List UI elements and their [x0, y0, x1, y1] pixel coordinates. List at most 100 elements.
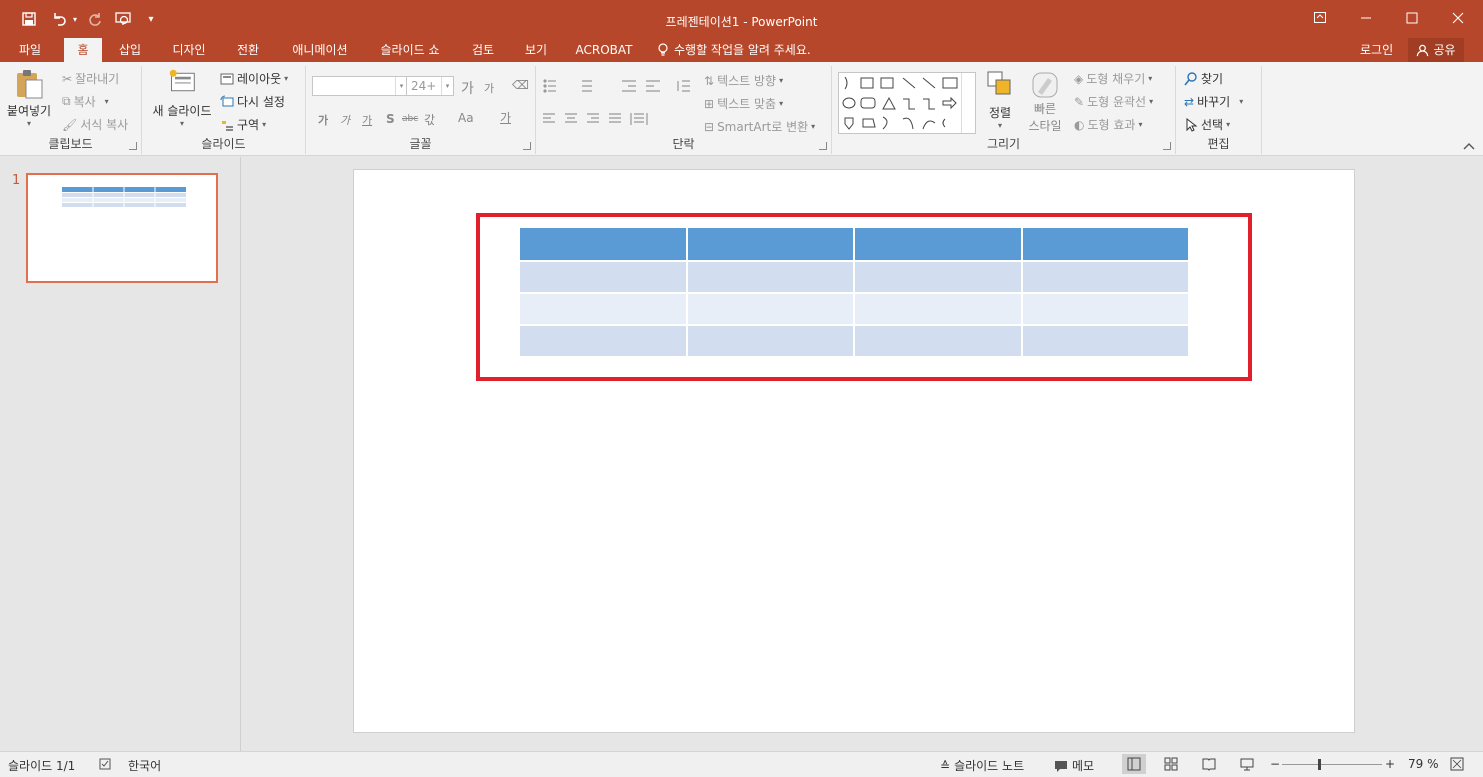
format-painter-button[interactable]: 🖌 서식 복사 [62, 116, 128, 133]
align-text-button[interactable]: ⊞ 텍스트 맞춤 ▾ [704, 95, 783, 112]
font-size-dropdown-icon[interactable]: ▾ [441, 77, 453, 95]
zoom-slider-track[interactable] [1282, 764, 1382, 765]
paragraph-launcher-icon[interactable] [819, 142, 827, 150]
layout-button[interactable]: 레이아웃 ▾ [220, 70, 288, 87]
tab-file[interactable]: 파일 [8, 38, 52, 62]
zoom-out-button[interactable]: − [1270, 757, 1280, 771]
zoom-slider-thumb[interactable] [1318, 759, 1321, 770]
quick-styles-button[interactable]: 빠른 스타일 [1020, 70, 1070, 134]
zoom-in-button[interactable]: + [1385, 757, 1395, 771]
drawing-group-label: 그리기 [986, 137, 1021, 151]
slides-group-label: 슬라이드 [201, 137, 246, 151]
comments-button[interactable]: 메모 [1054, 757, 1094, 774]
tab-review[interactable]: 검토 [464, 38, 502, 62]
tab-transitions[interactable]: 전환 [228, 38, 268, 62]
cut-label: 잘라내기 [75, 72, 120, 86]
tab-animations[interactable]: 애니메이션 [282, 38, 358, 62]
smartart-button[interactable]: ⊟ SmartArt로 변환 ▾ [704, 118, 815, 135]
spell-check-icon[interactable] [98, 757, 112, 771]
ribbon-display-options-icon[interactable] [1297, 0, 1343, 36]
login-link[interactable]: 로그인 [1360, 38, 1393, 62]
shape-outline-dropdown-icon: ▾ [1149, 97, 1154, 106]
close-icon[interactable] [1435, 0, 1481, 36]
title-bar: ▾ ▾ 프레젠테이션1 - PowerPoint [0, 0, 1483, 38]
shape-effects-icon: ◐ [1074, 117, 1085, 132]
shapes-gallery[interactable] [838, 72, 976, 134]
drawing-launcher-icon[interactable] [1163, 142, 1171, 150]
text-direction-button[interactable]: ⇅ 텍스트 방향 ▾ [704, 72, 783, 89]
minimize-icon[interactable] [1343, 0, 1389, 36]
tab-design[interactable]: 디자인 [164, 38, 214, 62]
notes-button[interactable]: ≙ 슬라이드 노트 [940, 757, 1024, 774]
drawing-group: 정렬 ▾ 빠른 스타일 ◈ 도형 채우기 ▾ ✎ 도형 윤곽선 ▾ ◐ 도형 효과 ▾ 그리… [832, 66, 1176, 154]
replace-button[interactable]: ⇄ 바꾸기 ▾ [1184, 93, 1243, 110]
smartart-dropdown-icon: ▾ [811, 122, 816, 131]
font-group: ▾ 24+ ▾ 가 가 ⌫ 가 가 가 S abc 갃 Aa 가 글꼴 [306, 66, 536, 154]
gallery-scroll-icon[interactable] [961, 73, 975, 133]
tab-slideshow[interactable]: 슬라이드 쇼 [372, 38, 448, 62]
select-label: 선택 [1201, 118, 1224, 132]
underline-button[interactable]: 가 [362, 112, 372, 128]
layout-dropdown-icon: ▾ [284, 74, 289, 83]
new-slide-dropdown-icon[interactable]: ▾ [146, 119, 218, 128]
slideshow-view-icon[interactable] [1240, 757, 1254, 771]
ribbon-tabs: 파일 홈 삽입 디자인 전환 애니메이션 슬라이드 쇼 검토 보기 ACROBA… [0, 38, 1483, 62]
maximize-icon[interactable] [1389, 0, 1435, 36]
tab-acrobat[interactable]: ACROBAT [570, 38, 638, 62]
clipboard-launcher-icon[interactable] [129, 142, 137, 150]
slide-thumbnail[interactable] [26, 173, 218, 283]
grow-font-button[interactable]: 가 [461, 78, 474, 98]
paste-dropdown-icon[interactable]: ▾ [4, 119, 54, 128]
strikethrough-button[interactable]: abc [402, 114, 418, 124]
copy-button[interactable]: ⧉ 복사 ▾ [62, 93, 109, 110]
slide-canvas[interactable] [353, 169, 1355, 733]
arrange-dropdown-icon[interactable]: ▾ [978, 121, 1022, 130]
alignment-buttons-icon[interactable] [542, 112, 672, 126]
bold-button[interactable]: 가 [318, 112, 328, 128]
share-button[interactable]: 공유 [1408, 38, 1464, 62]
paragraph-group-label: 단락 [672, 137, 695, 151]
tab-home[interactable]: 홈 [64, 38, 102, 62]
new-slide-button[interactable]: 새 슬라이드 ▾ [146, 68, 218, 128]
arrange-label: 정렬 [988, 106, 1012, 120]
clear-format-icon[interactable]: ⌫ [512, 78, 529, 92]
select-button[interactable]: 선택 ▾ [1184, 116, 1230, 133]
font-launcher-icon[interactable] [523, 142, 531, 150]
font-name-combo[interactable]: ▾ [312, 76, 408, 96]
paste-button[interactable]: 붙여넣기 ▾ [4, 68, 54, 128]
zoom-level[interactable]: 79 % [1408, 757, 1439, 771]
tell-me-box[interactable]: 수행할 작업을 알려 주세요. [656, 38, 811, 62]
language-indicator[interactable]: 한국어 [128, 757, 161, 774]
shrink-font-button[interactable]: 가 [484, 80, 494, 96]
normal-view-icon[interactable] [1122, 754, 1146, 774]
shape-fill-button[interactable]: ◈ 도형 채우기 ▾ [1074, 70, 1152, 87]
find-label: 찾기 [1201, 72, 1224, 86]
shadow-button[interactable]: S [386, 112, 395, 126]
cut-button[interactable]: ✂ 잘라내기 [62, 70, 119, 87]
copy-icon: ⧉ [62, 94, 71, 108]
shapes-gallery-icon [842, 76, 958, 130]
reading-view-icon[interactable] [1202, 757, 1216, 771]
section-button[interactable]: 구역 ▾ [220, 116, 266, 133]
layout-icon [220, 73, 234, 84]
font-size-combo[interactable]: 24+ ▾ [406, 76, 454, 96]
slide-editing-area [242, 157, 1483, 751]
italic-button[interactable]: 가 [340, 112, 350, 128]
list-buttons-icon[interactable] [542, 78, 692, 94]
collapse-ribbon-icon[interactable] [1463, 141, 1475, 151]
copy-dropdown-icon[interactable]: ▾ [105, 97, 109, 106]
font-color-button[interactable]: 가 [500, 109, 511, 126]
tab-view[interactable]: 보기 [516, 38, 556, 62]
change-case-button[interactable]: Aa [458, 111, 474, 125]
slide-sorter-icon[interactable] [1164, 757, 1178, 771]
section-label: 구역 [237, 118, 260, 132]
fit-to-window-icon[interactable] [1450, 757, 1464, 771]
paint-bucket-icon: ◈ [1074, 71, 1084, 86]
tab-insert[interactable]: 삽입 [110, 38, 150, 62]
shape-outline-button[interactable]: ✎ 도형 윤곽선 ▾ [1074, 93, 1153, 110]
char-spacing-button[interactable]: 갃 [424, 111, 435, 128]
find-button[interactable]: 찾기 [1184, 70, 1223, 87]
arrange-button[interactable]: 정렬 ▾ [978, 70, 1022, 130]
reset-button[interactable]: 다시 설정 [220, 93, 285, 110]
shape-effects-button[interactable]: ◐ 도형 효과 ▾ [1074, 116, 1142, 133]
